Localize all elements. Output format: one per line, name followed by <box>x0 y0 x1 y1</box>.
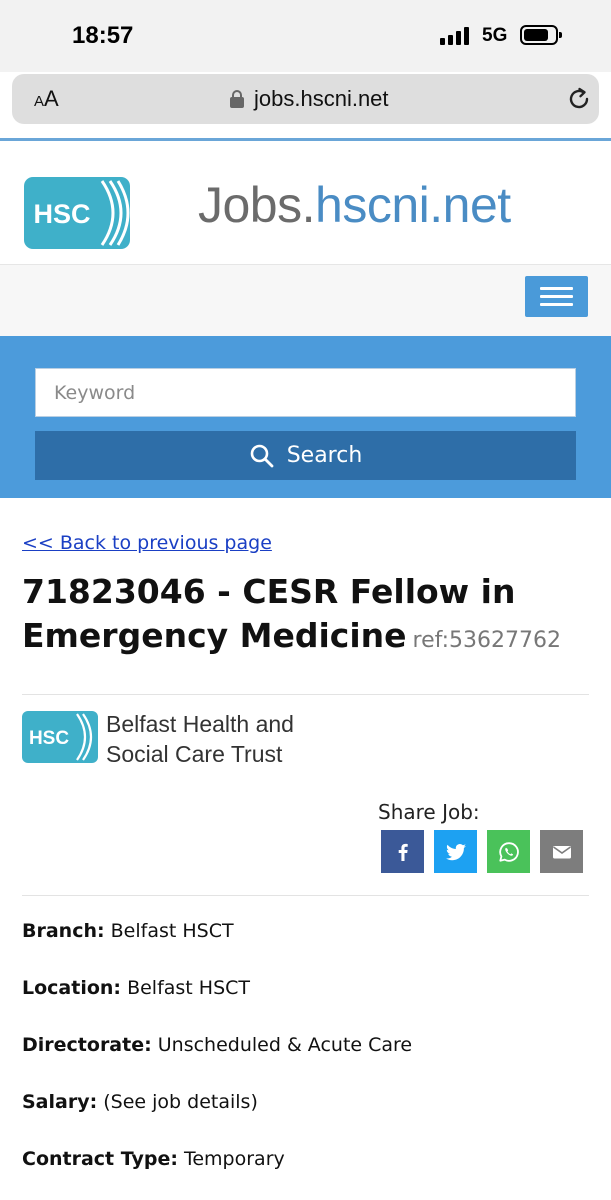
svg-text:HSC: HSC <box>33 199 90 229</box>
detail-directorate: Directorate: Unscheduled & Acute Care <box>22 1034 413 1056</box>
battery-icon <box>520 25 562 45</box>
detail-location: Location: Belfast HSCT <box>22 977 251 999</box>
status-time: 18:57 <box>72 22 134 49</box>
text-size-button[interactable]: AA <box>34 86 59 112</box>
job-title: 71823046 - CESR Fellow in Emergency Medi… <box>22 570 592 663</box>
facebook-share-button[interactable] <box>381 830 424 873</box>
email-share-button[interactable] <box>540 830 583 873</box>
email-icon <box>552 845 571 858</box>
hsc-logo[interactable]: HSC <box>24 177 130 249</box>
search-button-label: Search <box>286 443 363 468</box>
site-header: HSC Jobs.hscni.net <box>0 138 611 264</box>
divider <box>22 694 589 695</box>
keyword-input[interactable] <box>35 368 576 417</box>
whatsapp-share-button[interactable] <box>487 830 530 873</box>
twitter-share-button[interactable] <box>434 830 477 873</box>
network-type: 5G <box>482 25 508 46</box>
ios-status-bar: 18:57 5G <box>0 0 611 72</box>
share-label: Share Job: <box>378 800 480 824</box>
hamburger-menu-icon[interactable] <box>525 276 588 317</box>
facebook-icon <box>398 843 408 861</box>
detail-contract-type: Contract Type: Temporary <box>22 1148 285 1170</box>
svg-text:HSC: HSC <box>29 728 69 749</box>
site-title[interactable]: Jobs.hscni.net <box>198 176 511 234</box>
job-ref: ref:53627762 <box>412 628 561 653</box>
search-icon <box>250 444 274 467</box>
url-text[interactable]: jobs.hscni.net <box>254 86 389 112</box>
signal-icon <box>440 27 472 45</box>
lock-icon <box>230 90 244 108</box>
whatsapp-icon <box>498 841 519 862</box>
browser-address-bar[interactable]: AA jobs.hscni.net <box>12 74 599 124</box>
detail-salary: Salary: (See job details) <box>22 1091 258 1113</box>
divider <box>22 895 589 896</box>
back-link[interactable]: << Back to previous page <box>22 532 272 554</box>
search-button[interactable]: Search <box>35 431 576 480</box>
hsc-logo-small: HSC <box>22 711 98 763</box>
employer-logo: HSC Belfast Health and Social Care Trust <box>22 709 322 767</box>
reload-icon[interactable] <box>566 86 592 112</box>
twitter-icon <box>445 843 466 860</box>
employer-name: Belfast Health and Social Care Trust <box>106 711 294 767</box>
nav-bar <box>0 264 611 336</box>
detail-branch: Branch: Belfast HSCT <box>22 920 234 942</box>
